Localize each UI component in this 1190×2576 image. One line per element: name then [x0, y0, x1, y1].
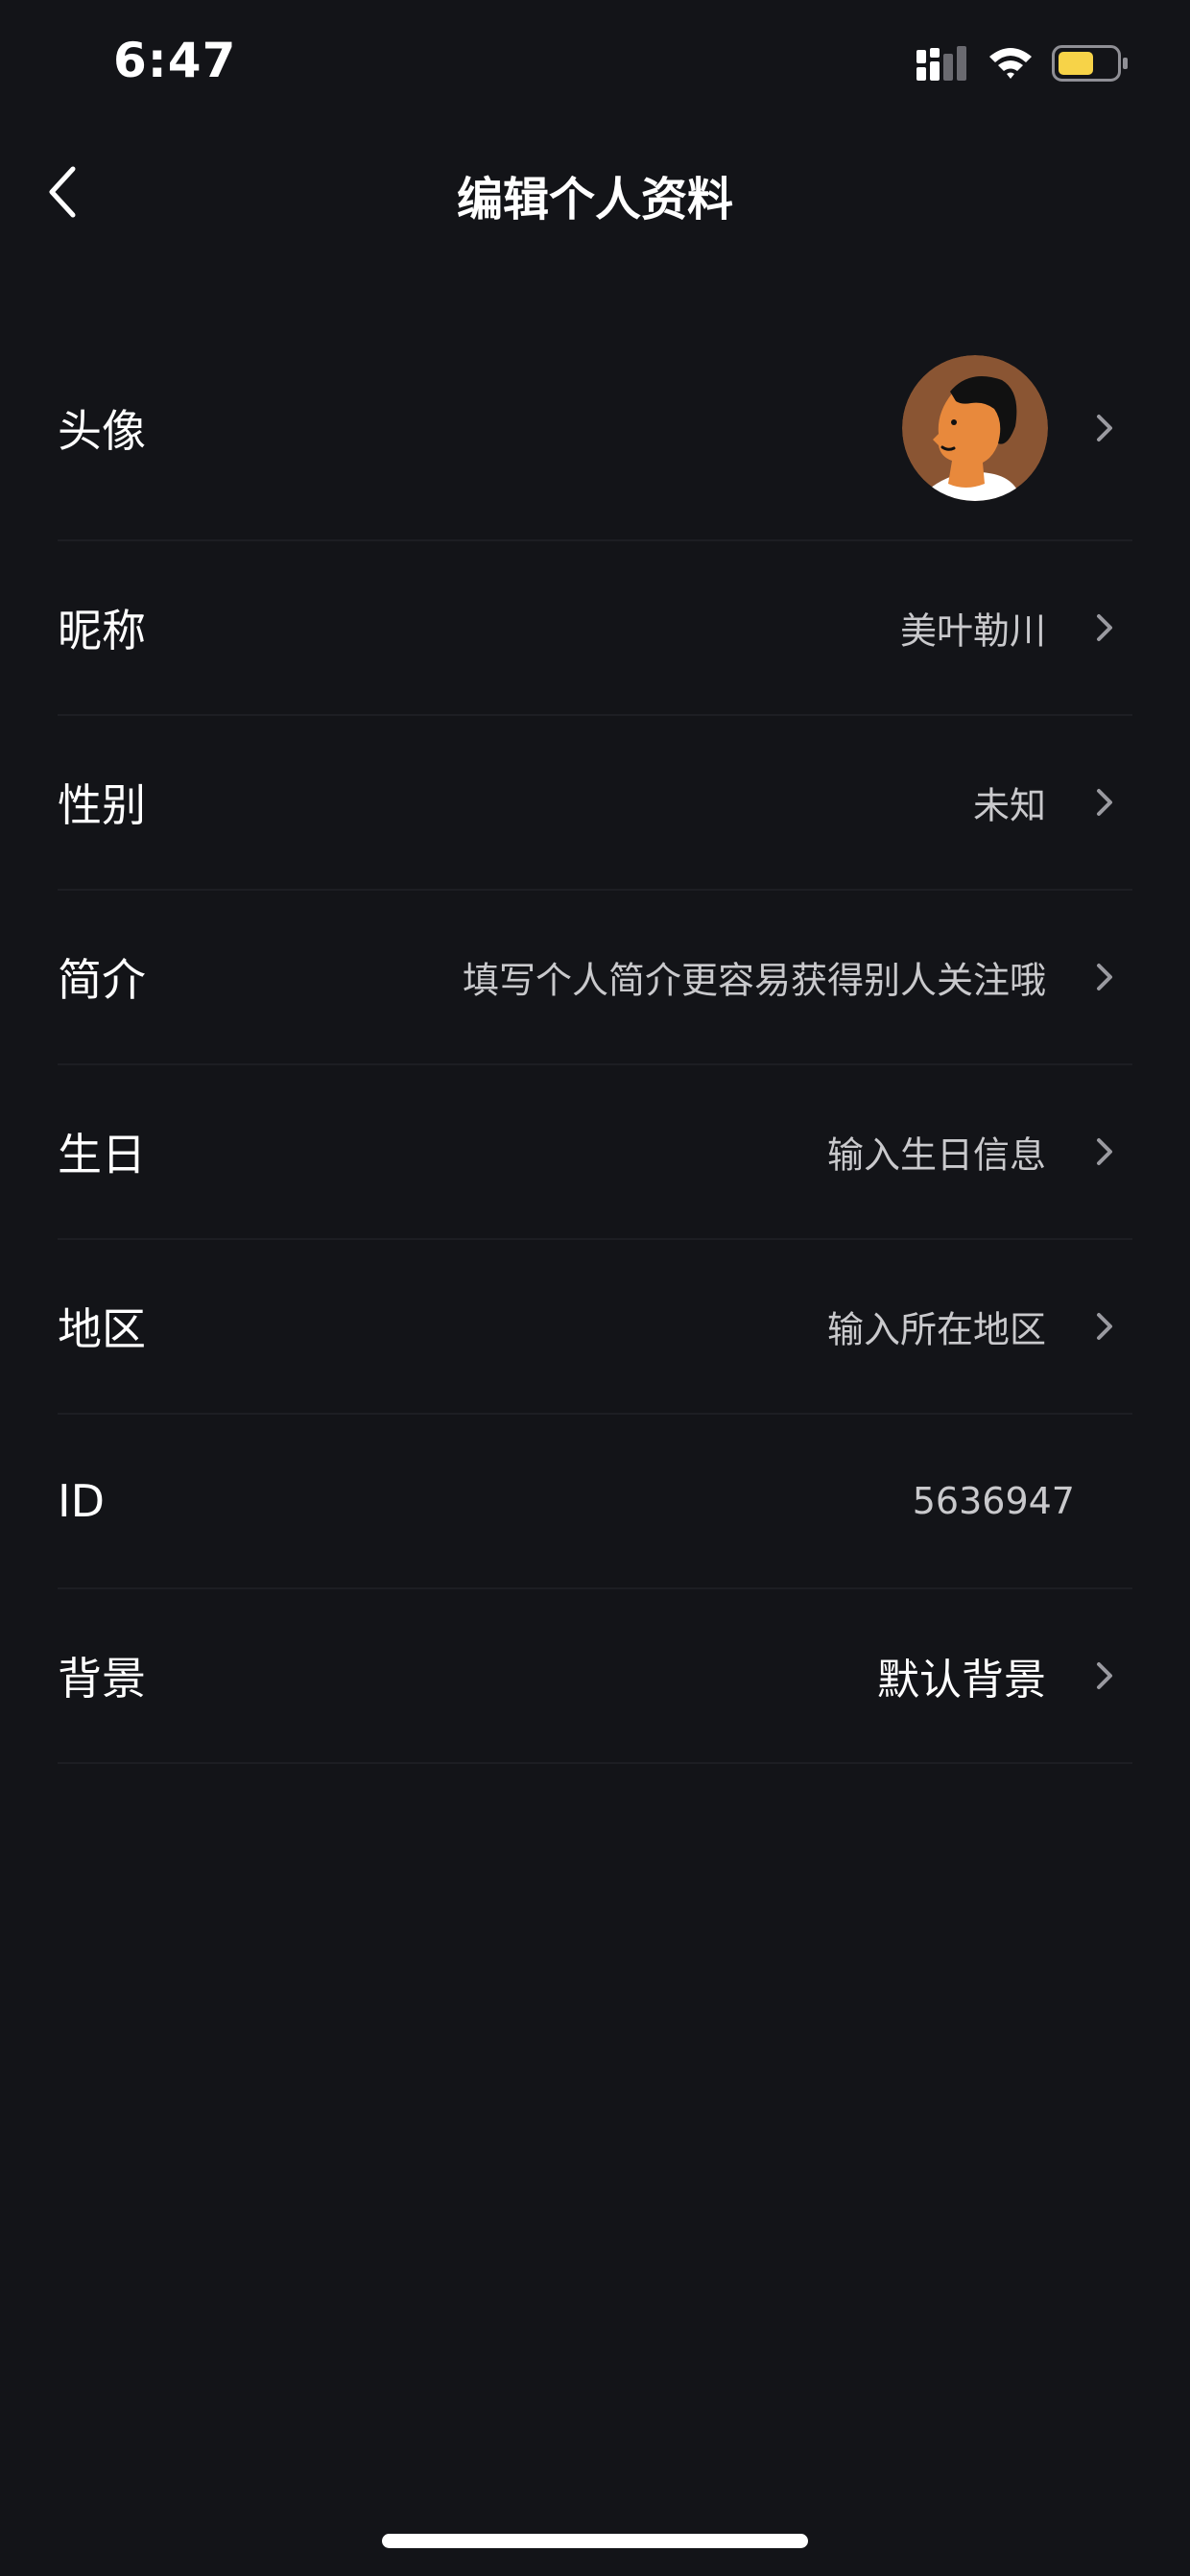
chevron-right-icon: [1097, 964, 1112, 990]
chevron-right-icon: [1097, 1138, 1112, 1165]
chevron-right-icon: [1097, 415, 1112, 441]
battery-icon: [1052, 45, 1128, 82]
region-value: 输入所在地区: [826, 1308, 1046, 1351]
navigation-bar: 编辑个人资料: [0, 134, 1190, 250]
signal-icon: [916, 46, 966, 81]
row-label: 昵称: [58, 605, 146, 656]
background-row[interactable]: 背景 默认背景: [58, 1589, 1132, 1764]
avatar-row[interactable]: 头像: [58, 317, 1132, 541]
row-label: 地区: [58, 1303, 146, 1355]
status-time: 6:47: [113, 33, 237, 88]
gender-row[interactable]: 性别 未知: [58, 716, 1132, 891]
user-id-value: 5636947: [912, 1480, 1075, 1522]
avatar[interactable]: [902, 355, 1048, 501]
region-row[interactable]: 地区 输入所在地区: [58, 1240, 1132, 1415]
birthday-value: 输入生日信息: [826, 1133, 1046, 1177]
wifi-icon: [989, 48, 1032, 79]
chevron-right-icon: [1097, 789, 1112, 816]
bio-row[interactable]: 简介 填写个人简介更容易获得别人关注哦: [58, 891, 1132, 1065]
row-label: 简介: [58, 954, 146, 1006]
page-title: 编辑个人资料: [456, 173, 733, 227]
gender-value: 未知: [972, 784, 1046, 827]
status-bar: 6:47: [0, 0, 1190, 134]
bio-value: 填写个人简介更容易获得别人关注哦: [462, 959, 1046, 1002]
chevron-right-icon: [1097, 1313, 1112, 1340]
row-label: ID: [58, 1475, 105, 1527]
row-label: 生日: [58, 1129, 146, 1181]
profile-settings-list: 头像 昵称 美叶勒川 性别 未知 简介 填写个人简介更容易获得别人关注哦 生日 …: [58, 317, 1132, 1764]
home-indicator[interactable]: [382, 2534, 808, 2548]
chevron-right-icon: [1097, 1662, 1112, 1689]
nickname-row[interactable]: 昵称 美叶勒川: [58, 541, 1132, 716]
id-row: ID 5636947: [58, 1415, 1132, 1589]
nickname-value: 美叶勒川: [899, 609, 1046, 653]
row-label: 背景: [58, 1653, 146, 1705]
chevron-right-icon: [1097, 614, 1112, 641]
background-value: 默认背景: [877, 1656, 1046, 1705]
row-label: 性别: [58, 779, 146, 831]
birthday-row[interactable]: 生日 输入生日信息: [58, 1065, 1132, 1240]
person-profile-avatar: [902, 355, 1048, 501]
row-label: 头像: [58, 405, 146, 457]
